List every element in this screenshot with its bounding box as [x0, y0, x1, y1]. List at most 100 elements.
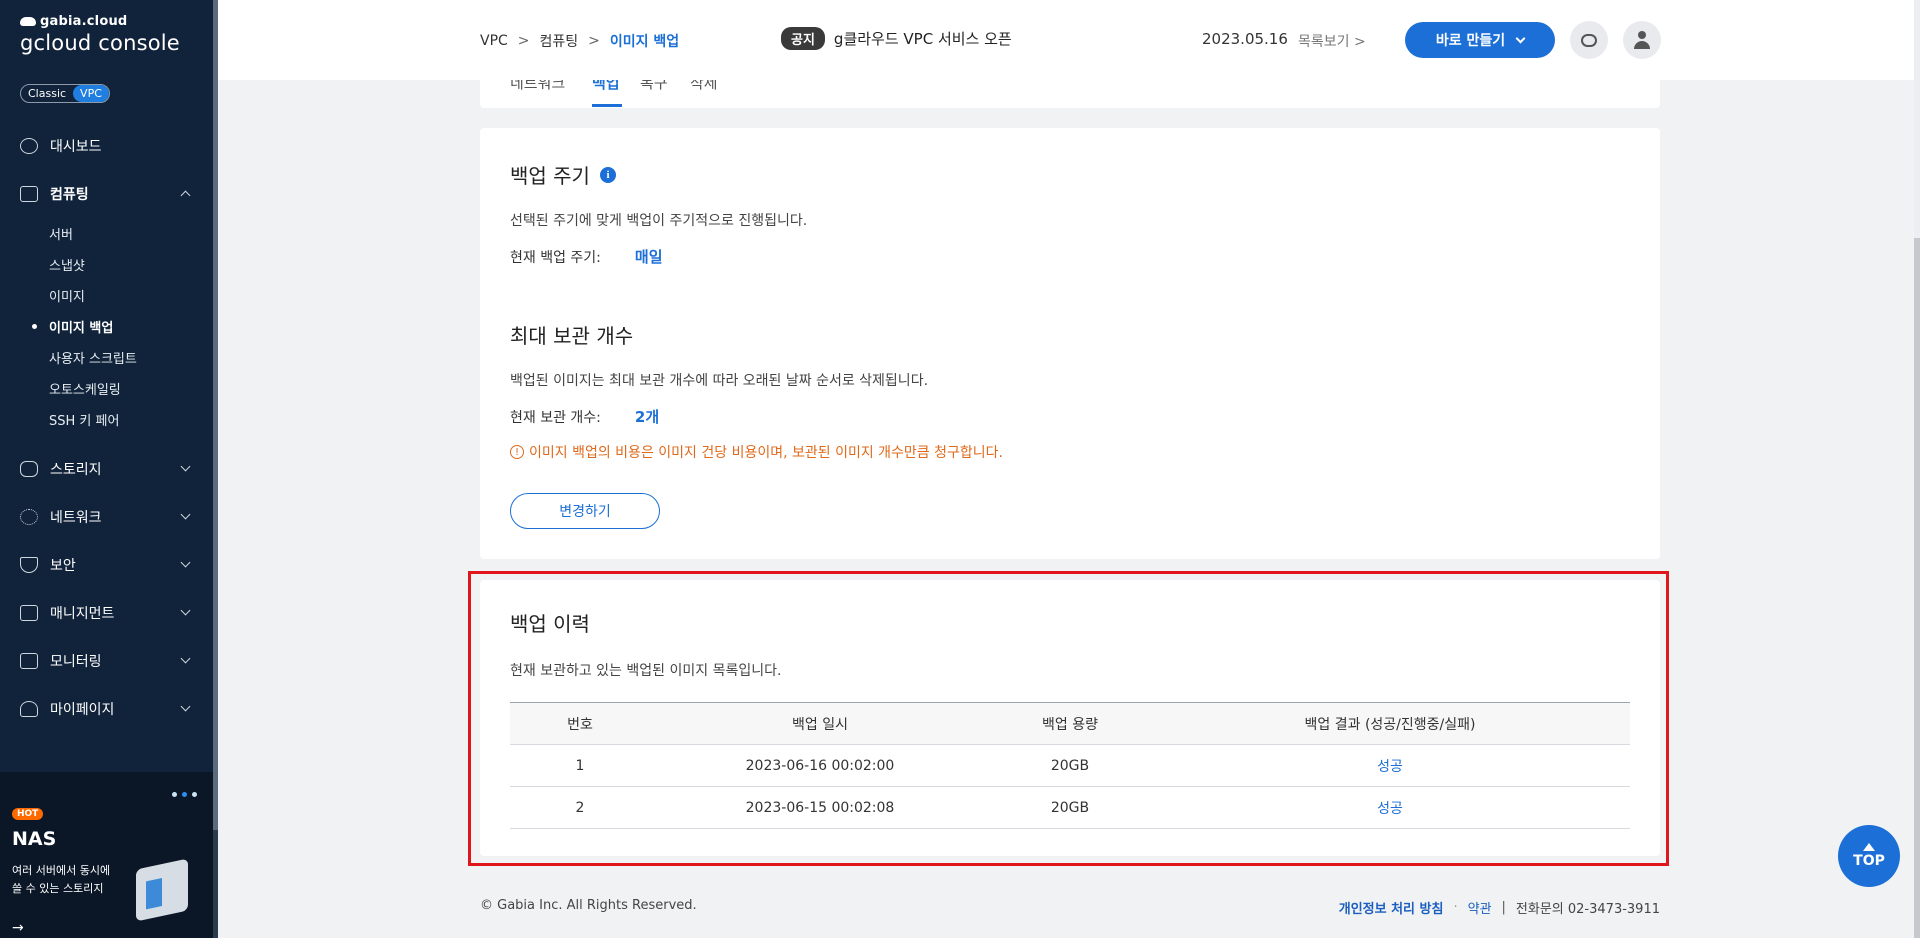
- footer-separator: ·: [1453, 900, 1458, 915]
- chevron-down-icon: [180, 605, 191, 616]
- current-schedule-value: 매일: [634, 248, 663, 266]
- cell-result: 성공: [1150, 786, 1630, 829]
- sidebar-item-label: 매니지먼트: [50, 606, 115, 622]
- table-row: 1 2023-06-16 00:02:00 20GB 성공: [510, 744, 1630, 787]
- section-title-text: 백업 주기: [510, 164, 590, 188]
- sidebar: gabia.cloud gcloud console Classic VPC 대…: [0, 0, 218, 938]
- change-button[interactable]: 변경하기: [510, 493, 660, 529]
- cell-datetime: 2023-06-16 00:02:00: [650, 744, 990, 787]
- cell-datetime: 2023-06-15 00:02:08: [650, 786, 990, 829]
- phone-contact: 전화문의 02-3473-3911: [1515, 902, 1660, 917]
- quick-create-label: 바로 만들기: [1435, 33, 1506, 49]
- terms-link[interactable]: 약관: [1468, 898, 1492, 917]
- info-icon[interactable]: i: [599, 166, 616, 183]
- column-header-datetime: 백업 일시: [650, 702, 990, 745]
- promo-desc-line: 쓸 수 있는 스토리지: [12, 882, 104, 895]
- mode-vpc[interactable]: VPC: [73, 85, 109, 102]
- storage-icon: [20, 461, 38, 477]
- shield-icon: [20, 557, 38, 573]
- sidebar-subitem-snapshot[interactable]: 스냅샷: [0, 249, 213, 280]
- history-description: 현재 보관하고 있는 백업된 이미지 목록입니다.: [510, 663, 782, 679]
- notice-list-link[interactable]: 목록보기 >: [1298, 31, 1366, 51]
- tab-active-underline: [592, 104, 622, 107]
- sidebar-subitem-server[interactable]: 서버: [0, 218, 213, 249]
- sidebar-subitem-image-backup[interactable]: 이미지 백업: [0, 311, 213, 342]
- notice[interactable]: 공지 g클라우드 VPC 서비스 오픈: [781, 27, 1012, 50]
- sidebar-subitem-image[interactable]: 이미지: [0, 280, 213, 311]
- copyright: © Gabia Inc. All Rights Reserved.: [480, 898, 697, 913]
- chevron-down-icon: [180, 557, 191, 568]
- tab-delete[interactable]: 삭제: [690, 80, 718, 93]
- sidebar-item-network[interactable]: 네트워크: [0, 493, 213, 541]
- tab-restore[interactable]: 복구: [640, 80, 668, 93]
- brand-console: gcloud console: [20, 31, 180, 55]
- sidebar-item-label: 네트워크: [50, 510, 102, 526]
- scroll-top-button[interactable]: TOP: [1838, 825, 1900, 887]
- mode-classic[interactable]: Classic: [21, 85, 73, 102]
- carousel-dot[interactable]: [192, 792, 197, 797]
- current-retention-label: 현재 보관 개수:: [510, 409, 601, 426]
- tab-bar: 네트워크 백업 복구 삭제: [480, 80, 1660, 108]
- table-header-row: 번호 백업 일시 백업 용량 백업 결과 (성공/진행중/실패): [510, 702, 1630, 745]
- notice-badge: 공지: [781, 27, 825, 50]
- sidebar-item-label: 스토리지: [50, 462, 102, 478]
- chat-button[interactable]: [1570, 21, 1608, 59]
- sidebar-subitem-autoscaling[interactable]: 오토스케일링: [0, 373, 213, 404]
- breadcrumb-computing[interactable]: 컴퓨팅: [540, 31, 579, 51]
- sidebar-item-management[interactable]: 매니지먼트: [0, 589, 213, 637]
- sidebar-item-label: 대시보드: [50, 139, 102, 155]
- carousel-dots[interactable]: [172, 792, 197, 797]
- chevron-up-icon: [180, 190, 191, 201]
- monitor-icon: [20, 653, 38, 669]
- tab-network[interactable]: 네트워크: [510, 80, 565, 93]
- carousel-dot-active[interactable]: [182, 792, 187, 797]
- brand-logo[interactable]: gabia.cloud gcloud console: [20, 14, 180, 55]
- warning-text: 이미지 백업의 비용은 이미지 건당 비용이며, 보관된 이미지 개수만큼 청구…: [529, 445, 1003, 461]
- sidebar-item-label: 보안: [50, 558, 76, 574]
- arrow-up-icon: [1863, 843, 1875, 851]
- current-retention: 현재 보관 개수: 2개: [510, 406, 659, 427]
- sidebar-item-storage[interactable]: 스토리지: [0, 445, 213, 493]
- backup-settings-card: 백업 주기 i 선택된 주기에 맞게 백업이 주기적으로 진행됩니다. 현재 백…: [480, 128, 1660, 559]
- sidebar-scroll-thumb[interactable]: [213, 0, 218, 830]
- promo-desc-line: 여러 서버에서 동시에: [12, 864, 111, 877]
- footer-links: 개인정보 처리 방침 · 약관 | 전화문의 02-3473-3911: [1339, 898, 1660, 917]
- cell-result: 성공: [1150, 744, 1630, 787]
- account-button[interactable]: [1623, 21, 1661, 59]
- sidebar-scrollbar[interactable]: [213, 0, 218, 938]
- retention-title: 최대 보관 개수: [510, 324, 634, 348]
- dashboard-icon: [20, 138, 38, 154]
- cell-no: 1: [510, 744, 650, 787]
- arrow-right-icon[interactable]: →: [12, 920, 24, 936]
- chevron-down-icon: [180, 653, 191, 664]
- person-icon: [20, 701, 38, 717]
- page-scroll-thumb[interactable]: [1914, 238, 1920, 938]
- current-schedule-label: 현재 백업 주기:: [510, 249, 601, 266]
- sidebar-item-security[interactable]: 보안: [0, 541, 213, 589]
- cost-warning: ! 이미지 백업의 비용은 이미지 건당 비용이며, 보관된 이미지 개수만큼 …: [510, 442, 1003, 462]
- mode-toggle[interactable]: Classic VPC: [20, 84, 110, 103]
- column-header-result: 백업 결과 (성공/진행중/실패): [1150, 702, 1630, 745]
- sidebar-item-computing[interactable]: 컴퓨팅: [0, 170, 213, 218]
- privacy-policy-link[interactable]: 개인정보 처리 방침: [1339, 898, 1444, 917]
- sidebar-item-mypage[interactable]: 마이페이지: [0, 685, 213, 733]
- breadcrumb-vpc[interactable]: VPC: [480, 33, 508, 49]
- notice-date: 2023.05.16: [1202, 30, 1288, 48]
- sidebar-item-monitoring[interactable]: 모니터링: [0, 637, 213, 685]
- history-title: 백업 이력: [510, 612, 590, 636]
- nas-illustration: [136, 858, 188, 922]
- page-scrollbar[interactable]: [1914, 0, 1920, 938]
- sidebar-item-dashboard[interactable]: 대시보드: [0, 122, 213, 170]
- sidebar-subitem-ssh-keypair[interactable]: SSH 키 페어: [0, 404, 213, 435]
- scroll-top-label: TOP: [1853, 853, 1885, 869]
- cell-size: 20GB: [990, 744, 1150, 787]
- carousel-dot[interactable]: [172, 792, 177, 797]
- quick-create-button[interactable]: 바로 만들기: [1405, 22, 1555, 58]
- promo-banner[interactable]: HOT NAS 여러 서버에서 동시에 쓸 수 있는 스토리지 →: [0, 772, 213, 938]
- warning-icon: !: [510, 445, 524, 459]
- notice-text[interactable]: g클라우드 VPC 서비스 오픈: [834, 28, 1012, 49]
- sidebar-item-label: 모니터링: [50, 654, 102, 670]
- sidebar-subitem-user-script[interactable]: 사용자 스크립트: [0, 342, 213, 373]
- top-bar: VPC > 컴퓨팅 > 이미지 백업 공지 g클라우드 VPC 서비스 오픈 2…: [218, 0, 1914, 80]
- tab-backup[interactable]: 백업: [592, 80, 620, 93]
